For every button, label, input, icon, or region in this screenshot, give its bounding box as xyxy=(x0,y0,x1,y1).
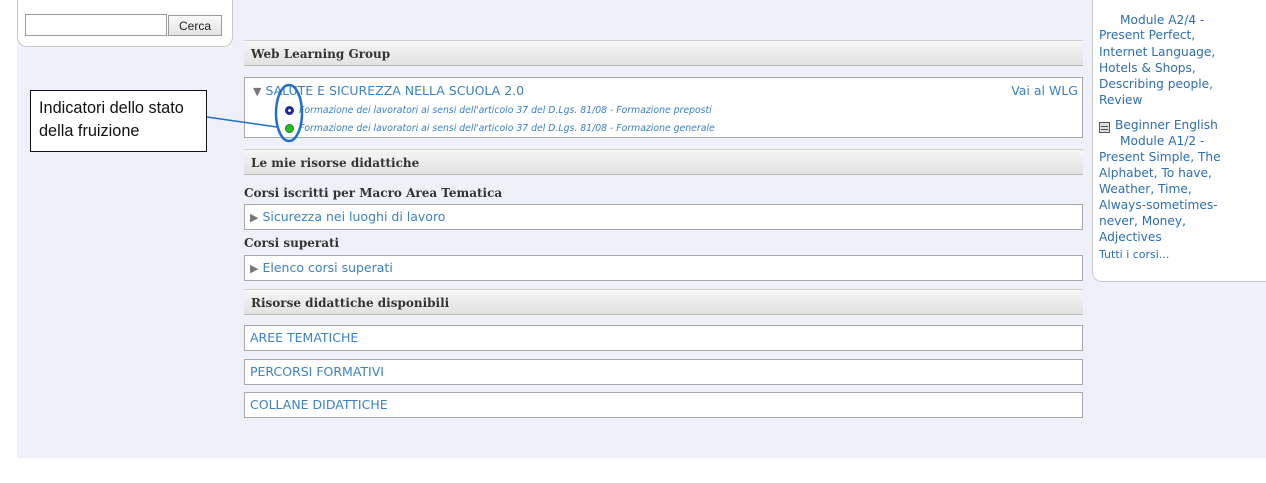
course-list-line[interactable]: Describing people, xyxy=(1099,77,1213,92)
course-list-line[interactable]: never, Money, xyxy=(1099,214,1186,229)
resource-link-percorsi-formativi[interactable]: PERCORSI FORMATIVI xyxy=(250,364,384,379)
triangle-right-icon[interactable]: ▶ xyxy=(250,211,258,224)
enrolled-item-label[interactable]: Sicurezza nei luoghi di lavoro xyxy=(262,209,445,224)
section-header-available-resources: Risorse didattiche disponibili xyxy=(244,289,1083,315)
wlg-group-title-text[interactable]: SALUTE E SICUREZZA NELLA SCUOLA 2.0 xyxy=(265,83,524,98)
course-list-line[interactable]: Weather, Time, xyxy=(1099,182,1192,197)
search-panel: Cerca xyxy=(17,0,233,47)
status-completed-icon xyxy=(285,123,294,133)
course-list-line[interactable]: Review xyxy=(1099,93,1142,108)
course-icon xyxy=(1099,122,1110,133)
enrolled-courses-heading: Corsi iscritti per Macro Area Tematica xyxy=(244,186,503,200)
triangle-right-icon[interactable]: ▶ xyxy=(250,262,258,275)
course-list-line[interactable]: Module A2/4 - xyxy=(1120,13,1204,28)
resource-item-percorsi-formativi[interactable]: PERCORSI FORMATIVI xyxy=(244,359,1083,385)
resource-item-collane-didattiche[interactable]: COLLANE DIDATTICHE xyxy=(244,392,1083,418)
section-header-web-learning-group: Web Learning Group xyxy=(244,40,1083,66)
course-list-line[interactable]: Module A1/2 - xyxy=(1120,134,1204,149)
vai-al-wlg-link[interactable]: Vai al WLG xyxy=(1011,83,1078,98)
passed-item-label[interactable]: Elenco corsi superati xyxy=(262,260,392,275)
passed-courses-box[interactable]: ▶ Elenco corsi superati xyxy=(244,255,1083,281)
annotation-line-2: della fruizione xyxy=(39,122,140,140)
web-learning-group-box: ▼ SALUTE E SICUREZZA NELLA SCUOLA 2.0 Vai… xyxy=(244,77,1083,138)
course-row-preposti[interactable]: Formazione dei lavoratori ai sensi dell'… xyxy=(285,103,712,117)
course-link-preposti[interactable]: Formazione dei lavoratori ai sensi dell'… xyxy=(299,105,712,116)
course-list-line[interactable]: Internet Language, xyxy=(1099,45,1215,60)
resource-item-aree-tematiche[interactable]: AREE TEMATICHE xyxy=(244,325,1083,351)
course-list-line[interactable]: Present Simple, The xyxy=(1099,150,1221,165)
course-list-line[interactable]: Alphabet, To have, xyxy=(1099,166,1212,181)
course-list-line[interactable]: Present Perfect, xyxy=(1099,28,1195,43)
annotation-callout: Indicatori dello stato della fruizione xyxy=(30,90,207,152)
annotation-line-1: Indicatori dello stato xyxy=(39,99,184,117)
enrolled-courses-toggle[interactable]: ▶ Sicurezza nei luoghi di lavoro xyxy=(250,209,445,224)
resource-link-aree-tematiche[interactable]: AREE TEMATICHE xyxy=(250,330,358,345)
course-list-line[interactable]: Always-sometimes- xyxy=(1099,198,1218,213)
section-header-my-resources: Le mie risorse didattiche xyxy=(244,149,1083,175)
status-in-progress-icon xyxy=(285,105,294,115)
course-link-generale[interactable]: Formazione dei lavoratori ai sensi dell'… xyxy=(299,123,715,134)
resource-link-collane-didattiche[interactable]: COLLANE DIDATTICHE xyxy=(250,397,388,412)
enrolled-courses-box[interactable]: ▶ Sicurezza nei luoghi di lavoro xyxy=(244,204,1083,230)
course-list-line[interactable]: Adjectives xyxy=(1099,230,1162,245)
passed-courses-toggle[interactable]: ▶ Elenco corsi superati xyxy=(250,260,393,275)
passed-courses-heading: Corsi superati xyxy=(244,236,340,250)
search-input[interactable] xyxy=(25,14,167,36)
course-list-line[interactable]: Hotels & Shops, xyxy=(1099,61,1196,76)
all-courses-link[interactable]: Tutti i corsi... xyxy=(1099,247,1169,262)
course-list-panel: Module A2/4 - Present Perfect, Internet … xyxy=(1092,0,1266,282)
search-button[interactable]: Cerca xyxy=(168,15,222,36)
course-row-generale[interactable]: Formazione dei lavoratori ai sensi dell'… xyxy=(285,121,715,135)
course-list-line[interactable]: Beginner English xyxy=(1115,118,1218,133)
wlg-group-title[interactable]: ▼ SALUTE E SICUREZZA NELLA SCUOLA 2.0 xyxy=(253,83,524,98)
triangle-down-icon[interactable]: ▼ xyxy=(253,85,261,98)
